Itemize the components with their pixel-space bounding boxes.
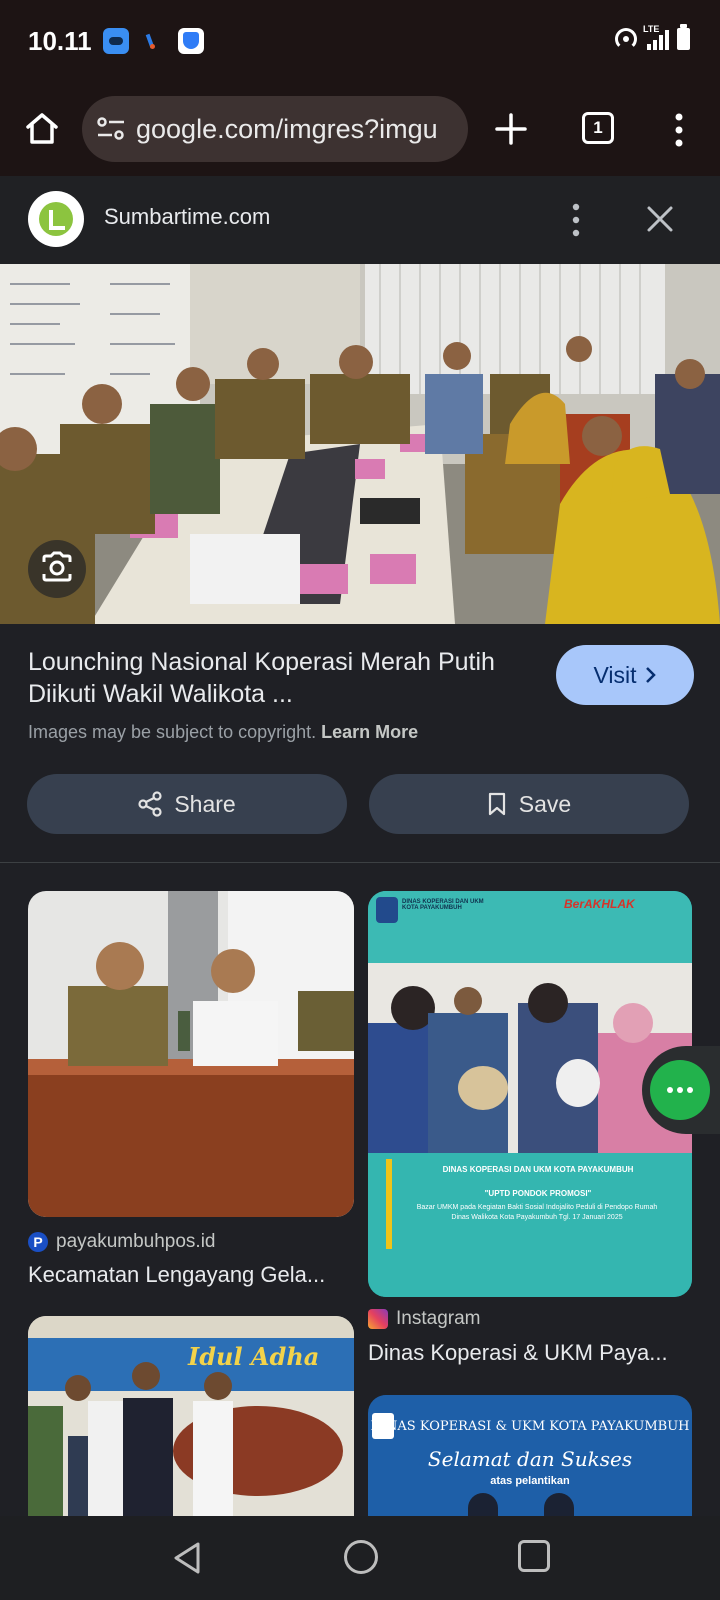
result-2-title[interactable]: Dinas Koperasi & UKM Paya... (368, 1340, 668, 1366)
share-button[interactable]: Share (27, 774, 347, 834)
network-type-label: LTE (643, 24, 660, 34)
chat-dots-icon (650, 1060, 710, 1120)
new-tab-plus-icon[interactable] (492, 110, 530, 148)
app-notification-icon (144, 28, 158, 54)
banner-heading: DINAS KOPERASI DAN UKM KOTA PAYAKUMBUH (442, 1165, 634, 1174)
google-lens-button[interactable] (28, 540, 86, 598)
related-image-4[interactable]: DINAS KOPERASI & UKM KOTA PAYAKUMBUH Sel… (368, 1395, 692, 1516)
home-icon[interactable] (22, 108, 62, 148)
result-2-source[interactable]: Instagram (368, 1308, 480, 1330)
payakumbuhpos-favicon-icon: P (28, 1232, 48, 1252)
back-icon[interactable] (170, 1540, 204, 1576)
address-bar[interactable]: google.com/imgres?imgu (82, 96, 468, 162)
banner-accent-bar (386, 1159, 392, 1249)
divider (0, 862, 720, 863)
instagram-icon (368, 1309, 388, 1329)
chevron-right-icon (645, 667, 656, 683)
recents-icon[interactable] (518, 1540, 550, 1572)
google-lens-icon (42, 551, 72, 582)
banner-sub-text: atas pelantikan (490, 1475, 570, 1487)
copyright-notice: Images may be subject to copyright. Lear… (28, 722, 418, 743)
save-label: Save (518, 790, 572, 817)
related-image-3[interactable]: Idul Adha (28, 1316, 354, 1516)
banner-script-text: Selamat dan Sukses (427, 1447, 633, 1471)
status-indicators: LTE (615, 24, 690, 50)
emblem-icon (376, 897, 398, 923)
share-label: Share (174, 790, 236, 817)
related-image-1[interactable] (28, 891, 354, 1217)
system-navigation-bar (0, 1516, 720, 1600)
banner-header-text: DINAS KOPERASI & UKM KOTA PAYAKUMBUH (370, 1419, 690, 1434)
more-vert-icon[interactable] (664, 110, 694, 150)
official-photo (468, 1493, 498, 1516)
signal-icon: LTE (643, 24, 669, 50)
hotspot-icon (615, 28, 637, 50)
image-viewer-header: Sumbartime.com (0, 176, 720, 264)
idul-adha-banner-text: Idul Adha (188, 1342, 320, 1371)
main-image-meeting-photo[interactable] (0, 264, 720, 624)
result-2-source-name: Instagram (396, 1308, 481, 1329)
browser-toolbar: google.com/imgres?imgu 1 (0, 84, 720, 176)
image-title: Lounching Nasional Koperasi Merah Putih … (28, 648, 495, 708)
site-name[interactable]: Sumbartime.com (104, 204, 270, 230)
circle-home-icon[interactable] (344, 1540, 378, 1574)
banner-photo (368, 963, 692, 1153)
visit-label: Visit (593, 661, 637, 688)
banner-top-text: DINAS KOPERASI DAN UKM KOTA PAYAKUMBUH (402, 899, 484, 911)
tab-switcher-button[interactable]: 1 (582, 112, 614, 144)
url-text[interactable]: google.com/imgres?imgu (136, 114, 438, 145)
more-options-icon[interactable] (566, 202, 586, 238)
banner-badge: BerAKHLAK (564, 897, 635, 911)
status-bar: 10.11 LTE (0, 0, 720, 84)
tune-icon[interactable] (96, 116, 126, 142)
bookmark-icon (488, 792, 505, 816)
save-button[interactable]: Save (369, 774, 689, 834)
result-1-title[interactable]: Kecamatan Lengayang Gela... (28, 1262, 325, 1288)
security-app-notification-icon (178, 28, 204, 54)
battery-icon (677, 24, 690, 50)
visit-button[interactable]: Visit (556, 645, 694, 705)
copyright-text: Images may be subject to copyright. (28, 722, 317, 742)
close-icon[interactable] (644, 203, 676, 235)
banner-header: DINAS KOPERASI DAN UKM KOTA PAYAKUMBUH B… (368, 891, 692, 963)
official-photo (544, 1493, 574, 1516)
floating-chat-bubble[interactable] (642, 1046, 720, 1134)
game-app-notification-icon (103, 28, 129, 54)
status-clock: 10.11 (28, 26, 92, 56)
share-icon (138, 791, 162, 817)
result-1-source[interactable]: P payakumbuhpos.id (28, 1231, 216, 1253)
banner-subheading: "UPTD PONDOK PROMOSI" (484, 1189, 592, 1198)
banner-body: Bazar UMKM pada Kegiatan Bakti Sosial In… (416, 1204, 658, 1221)
learn-more-link[interactable]: Learn More (321, 722, 418, 742)
result-1-source-name: payakumbuhpos.id (56, 1231, 216, 1252)
site-logo[interactable] (28, 191, 84, 247)
